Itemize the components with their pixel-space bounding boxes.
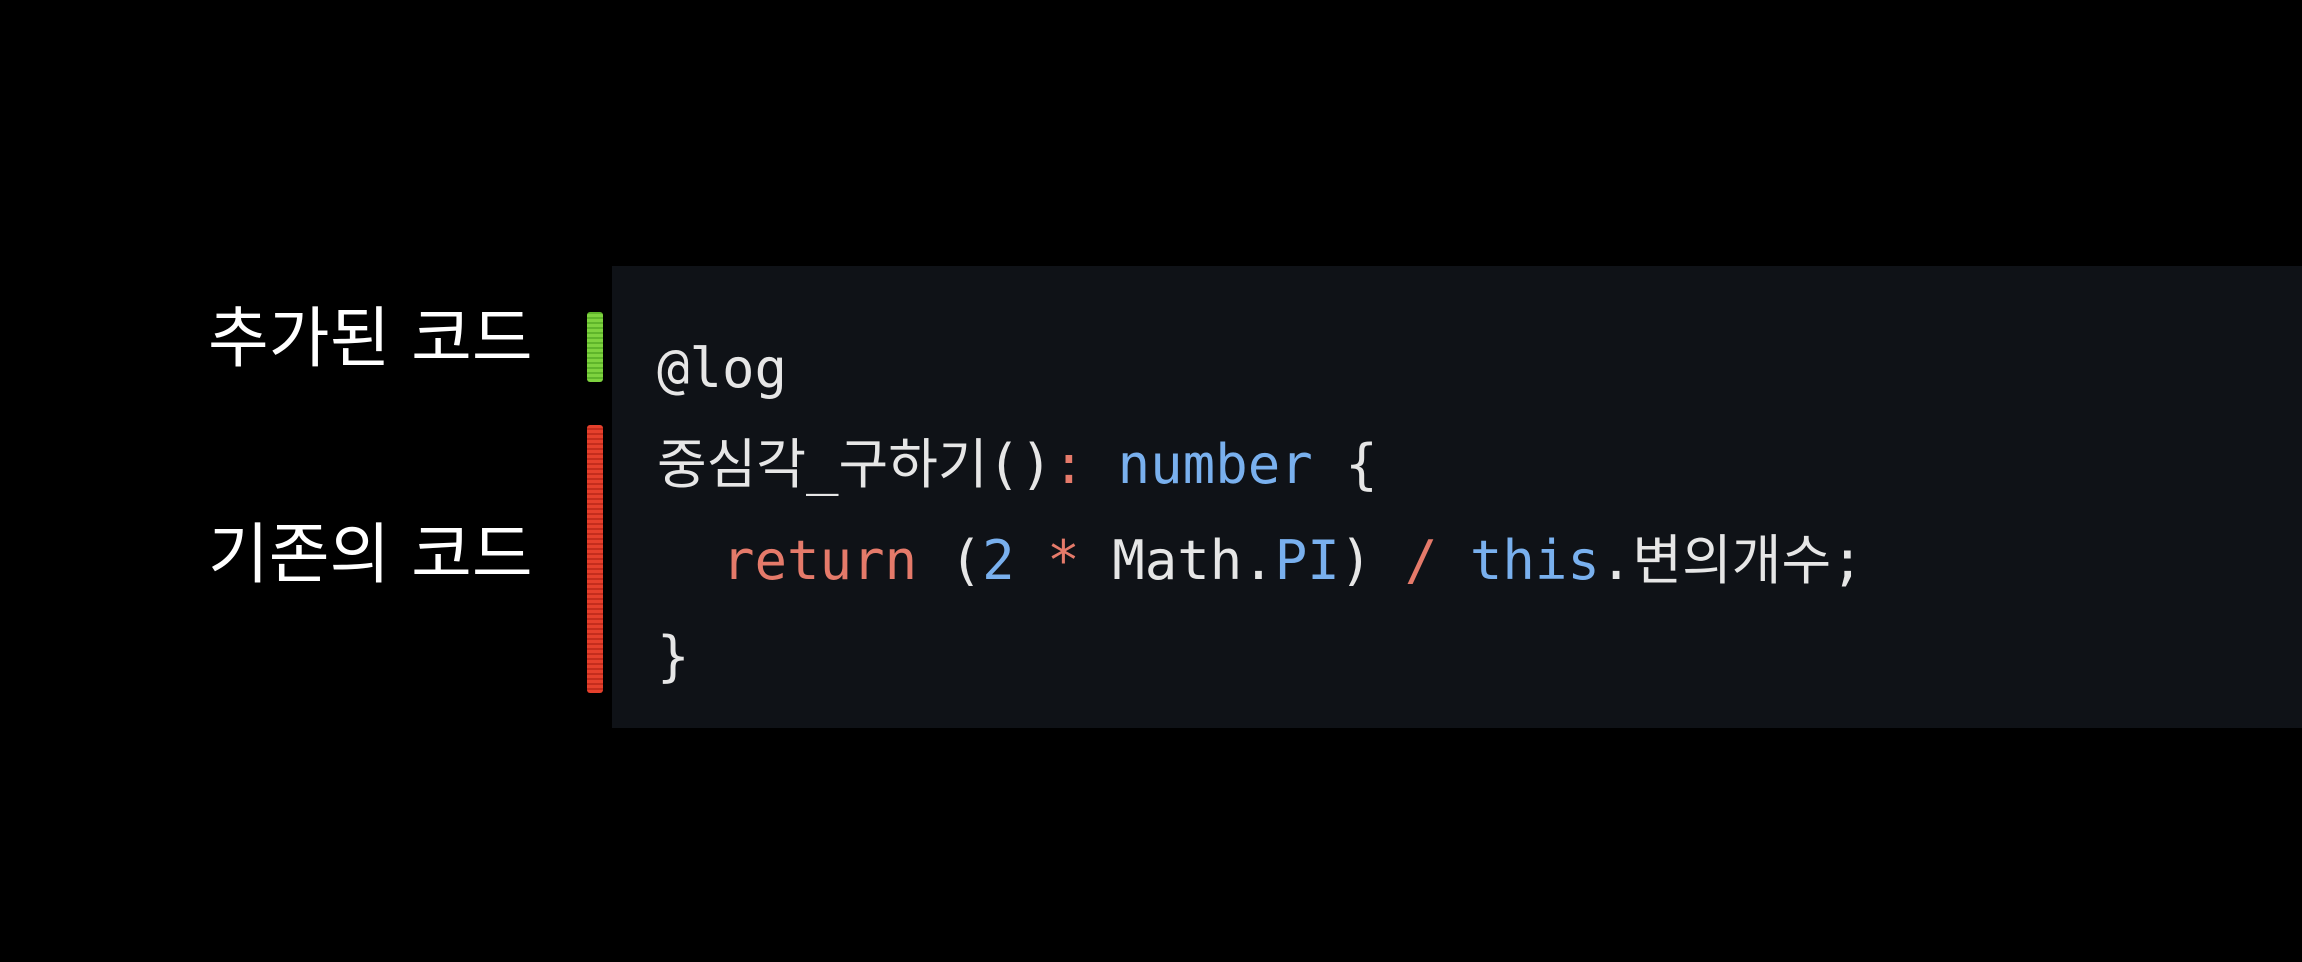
return-type-token: number — [1117, 433, 1313, 496]
number-token: 2 — [982, 529, 1015, 592]
member-access-token: .변의개수; — [1599, 529, 1864, 592]
existing-code-label: 기존의 코드 — [208, 516, 533, 593]
code-line-decorator: @log — [657, 321, 2302, 417]
paren-open-token: ( — [949, 529, 983, 592]
added-code-label: 추가된 코드 — [208, 300, 533, 377]
existing-code-marker — [587, 425, 603, 693]
pi-property-token: PI — [1274, 529, 1340, 592]
this-keyword-token: this — [1469, 529, 1600, 592]
paren-close-token: ) — [1339, 529, 1373, 592]
code-line-method-signature: 중심각_구하기(): number { — [657, 417, 2302, 513]
method-name-token: 중심각_구하기() — [657, 433, 1053, 496]
multiply-operator-token: * — [1047, 529, 1080, 592]
added-code-marker — [587, 312, 603, 382]
return-keyword-token: return — [722, 529, 918, 592]
divide-operator-token: / — [1404, 529, 1438, 592]
close-brace-token: } — [657, 625, 690, 688]
code-line-close-brace: } — [657, 609, 2302, 705]
decorator-token: @log — [657, 337, 788, 400]
open-brace-token: { — [1345, 433, 1378, 496]
indent-token — [657, 529, 722, 592]
code-block: @log 중심각_구하기(): number { return (2 * Mat… — [612, 266, 2302, 728]
math-object-token: Math. — [1112, 529, 1275, 592]
colon-token: : — [1052, 433, 1086, 496]
code-line-return: return (2 * Math.PI) / this.변의개수; — [657, 513, 2302, 609]
